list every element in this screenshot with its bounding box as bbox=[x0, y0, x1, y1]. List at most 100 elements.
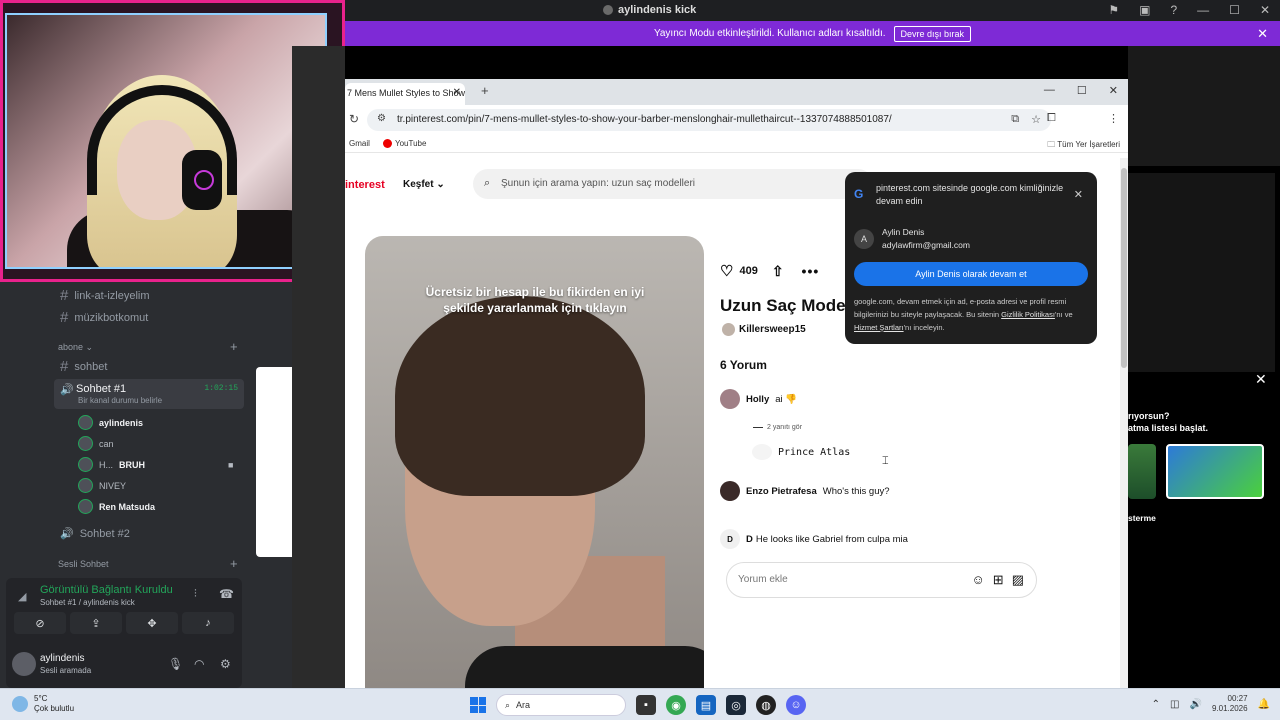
add-channel-icon[interactable]: + bbox=[230, 339, 238, 354]
heart-icon[interactable]: ♡ bbox=[720, 262, 733, 280]
emoji-icon[interactable]: ☺ bbox=[972, 572, 985, 588]
site-settings-icon[interactable]: ⚙ bbox=[377, 113, 386, 124]
terms-link[interactable]: Hizmet Şartları bbox=[854, 323, 904, 332]
all-bookmarks[interactable]: 🗀 Tüm Yer İşaretleri bbox=[1047, 139, 1120, 153]
noise-suppression-icon[interactable]: ⫶ bbox=[194, 588, 197, 601]
voice-user[interactable]: H... BRUH ■ bbox=[78, 457, 233, 472]
chrome-icon[interactable]: ◉ bbox=[666, 695, 686, 715]
reload-icon[interactable]: ↻ bbox=[349, 112, 359, 126]
gear-icon[interactable]: ⚙ bbox=[220, 657, 231, 671]
url-input[interactable]: ⚙ tr.pinterest.com/pin/7-mens-mullet-sty… bbox=[367, 109, 1051, 131]
view-replies-link[interactable]: 2 yanıtı gör bbox=[753, 424, 802, 431]
taskbar-search[interactable]: ⌕ Ara bbox=[496, 694, 626, 716]
voice-channel-sohbet-1[interactable]: 🔊 Sohbet #1 Bir kanal durumu belirle 1:0… bbox=[54, 379, 244, 409]
extensions-icon[interactable]: ⧠ bbox=[1047, 112, 1056, 125]
activities-button[interactable]: ✥ bbox=[126, 612, 178, 634]
close-tab-icon[interactable]: ✕ bbox=[453, 87, 461, 98]
privacy-policy-link[interactable]: Gizlilik Politikası bbox=[1001, 310, 1055, 319]
microphone-icon[interactable]: 🎙 bbox=[168, 657, 183, 671]
close-icon[interactable]: ✕ bbox=[1109, 84, 1118, 97]
screen-share-button[interactable]: ⇪ bbox=[70, 612, 122, 634]
obs-icon[interactable]: ◍ bbox=[756, 695, 776, 715]
close-icon[interactable]: ✕ bbox=[1255, 371, 1267, 388]
minimize-icon[interactable]: — bbox=[1044, 84, 1055, 97]
avatar[interactable] bbox=[720, 481, 740, 501]
maximize-icon[interactable]: ☐ bbox=[1229, 3, 1240, 17]
scrollbar-thumb[interactable] bbox=[1121, 168, 1127, 368]
channel-sohbet[interactable]: # sohbet bbox=[60, 358, 107, 375]
pin-image[interactable]: Ücretsiz bir hesap ile bu fikirden en iy… bbox=[365, 236, 704, 688]
comment-input[interactable]: Yorum ekle ☺ ⊞ ▨ bbox=[726, 562, 1037, 598]
disconnect-icon[interactable]: ☎ bbox=[219, 587, 234, 601]
steam-icon[interactable]: ◎ bbox=[726, 695, 746, 715]
voice-user[interactable]: can bbox=[78, 436, 114, 451]
star-icon[interactable]: ☆ bbox=[1031, 113, 1041, 126]
channel-link-at-izleyelim[interactable]: # link-at-izleyelim bbox=[60, 287, 150, 304]
browser-tab[interactable]: 7 Mens Mullet Styles to Show Y...✕ bbox=[345, 83, 465, 105]
close-icon[interactable]: ✕ bbox=[1257, 26, 1268, 42]
network-icon[interactable]: ◫ bbox=[1170, 699, 1179, 710]
reply-user[interactable]: Prince Atlas bbox=[778, 447, 850, 458]
maximize-icon[interactable]: ☐ bbox=[1077, 84, 1087, 97]
account-row[interactable]: A Aylin Denis adylawfirm@gmail.com bbox=[854, 226, 970, 252]
help-icon[interactable]: ? bbox=[1170, 3, 1177, 17]
install-icon[interactable]: ⧉ bbox=[1011, 113, 1019, 126]
start-icon[interactable] bbox=[470, 697, 486, 713]
category-sesli-sohbet[interactable]: Sesli Sohbet bbox=[58, 559, 109, 569]
voice-channel-sohbet-2[interactable]: 🔊 Sohbet #2 bbox=[60, 527, 130, 541]
close-icon[interactable]: ✕ bbox=[1074, 188, 1083, 201]
minimize-icon[interactable]: — bbox=[1197, 3, 1209, 17]
channel-muzikbotkomut[interactable]: # müzikbotkomut bbox=[60, 309, 148, 326]
headphones-icon[interactable]: ◠ bbox=[194, 657, 204, 671]
soundboard-button[interactable]: ♪ bbox=[182, 612, 234, 634]
avatar[interactable] bbox=[720, 389, 740, 409]
volume-icon[interactable]: 🔊 bbox=[1190, 699, 1202, 710]
avatar[interactable] bbox=[12, 652, 36, 676]
search-input[interactable]: ⌕ Şunun için arama yapın: uzun saç model… bbox=[473, 169, 873, 199]
clock[interactable]: 00:27 9.01.2026 bbox=[1212, 694, 1248, 714]
scrollbar[interactable] bbox=[1120, 158, 1128, 688]
category-abone[interactable]: abone ⌄ bbox=[58, 342, 93, 353]
avatar[interactable] bbox=[752, 444, 772, 460]
mouse-cursor-icon: ⌶ bbox=[882, 455, 889, 467]
camera-off-button[interactable]: ⊘ bbox=[14, 612, 66, 634]
game-thumbnail[interactable] bbox=[1166, 444, 1264, 499]
game-thumbnail[interactable] bbox=[1128, 444, 1156, 499]
comment-user[interactable]: D bbox=[746, 534, 753, 545]
voice-user[interactable]: NIVEY bbox=[78, 478, 126, 493]
store-icon[interactable]: ▤ bbox=[696, 695, 716, 715]
menu-icon[interactable]: ⋮ bbox=[1108, 112, 1119, 125]
weather-widget[interactable]: 5°C Çok bulutlu bbox=[12, 694, 74, 714]
close-icon[interactable]: ✕ bbox=[1260, 3, 1270, 17]
chevron-up-icon[interactable]: ⌃ bbox=[1152, 699, 1160, 710]
new-tab-icon[interactable]: + bbox=[481, 83, 489, 98]
inbox-icon[interactable]: ▣ bbox=[1139, 3, 1150, 17]
comment-user[interactable]: Holly bbox=[746, 394, 769, 405]
comment-user[interactable]: Enzo Pietrafesa bbox=[746, 486, 817, 497]
signup-cta[interactable]: Ücretsiz bir hesap ile bu fikirden en iy… bbox=[425, 284, 645, 316]
voice-user[interactable]: aylindenis bbox=[78, 415, 143, 430]
popup-legal-text: google.com, devam etmek için ad, e-posta… bbox=[854, 295, 1090, 334]
voice-channel-status[interactable]: Bir kanal durumu belirle bbox=[78, 396, 162, 405]
legal-review: 'nı inceleyin. bbox=[903, 323, 945, 332]
explore-menu[interactable]: Keşfet ⌄ bbox=[403, 179, 445, 190]
continue-as-button[interactable]: Aylin Denis olarak devam et bbox=[854, 262, 1088, 286]
image-icon[interactable]: ▨ bbox=[1012, 572, 1024, 588]
voice-user[interactable]: Ren Matsuda bbox=[78, 499, 155, 514]
add-channel-icon[interactable]: + bbox=[230, 556, 238, 571]
bookmark-youtube[interactable]: YouTube bbox=[383, 139, 426, 148]
voice-user-tag: BRUH bbox=[119, 459, 146, 470]
share-icon[interactable]: ⇧ bbox=[772, 263, 784, 280]
notifications-icon[interactable]: 🔔 bbox=[1258, 699, 1270, 710]
pinterest-logo[interactable]: interest bbox=[345, 179, 385, 191]
flag-icon[interactable]: ⚑ bbox=[1108, 3, 1119, 17]
connection-title[interactable]: Görüntülü Bağlantı Kuruldu bbox=[40, 584, 173, 596]
bookmark-gmail[interactable]: Gmail bbox=[349, 139, 370, 148]
more-icon[interactable]: ••• bbox=[802, 263, 820, 279]
task-view-icon[interactable]: ▪ bbox=[636, 695, 656, 715]
disable-streamer-mode-button[interactable]: Devre dışı bırak bbox=[893, 25, 972, 42]
avatar[interactable]: D bbox=[720, 529, 740, 549]
sticker-icon[interactable]: ⊞ bbox=[993, 572, 1004, 588]
pin-author[interactable]: Killersweep15 bbox=[722, 323, 806, 336]
discord-icon[interactable]: ☺ bbox=[786, 695, 806, 715]
